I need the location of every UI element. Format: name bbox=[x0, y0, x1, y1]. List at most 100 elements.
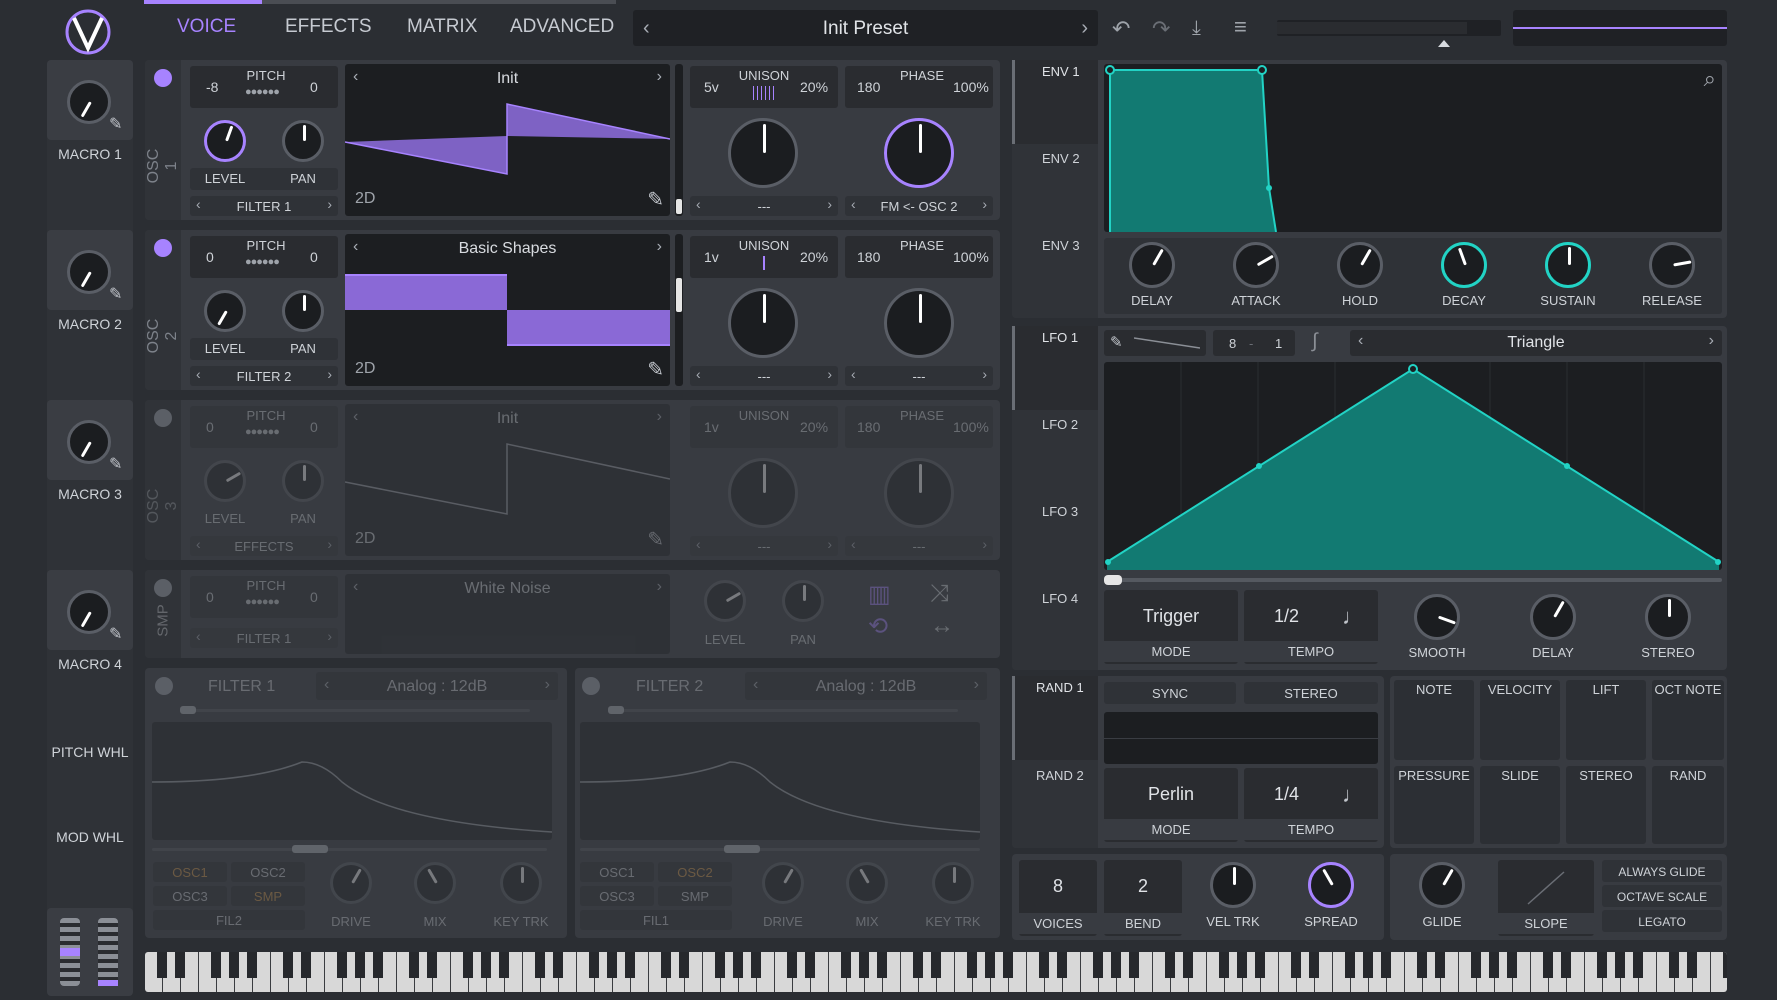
osc-3-dest1[interactable]: ‹ --- › bbox=[690, 536, 838, 556]
filter-1-src-smp[interactable]: SMP bbox=[231, 886, 305, 906]
edit-wave-icon[interactable]: ✎ bbox=[647, 357, 664, 382]
black-key[interactable] bbox=[1003, 952, 1013, 978]
filter-2-src-osc2[interactable]: OSC2 bbox=[658, 862, 732, 882]
lfo-smooth-knob[interactable] bbox=[1414, 594, 1460, 640]
black-key[interactable] bbox=[1345, 952, 1355, 978]
osc-3-wavetable[interactable]: ‹ Init › 2D ✎ bbox=[345, 404, 670, 556]
osc-3-level-knob[interactable] bbox=[204, 460, 246, 502]
pitch-tune[interactable]: 0 bbox=[310, 419, 318, 435]
osc-2-unison-knob[interactable] bbox=[728, 288, 798, 358]
vel-trk-knob[interactable] bbox=[1210, 862, 1256, 908]
osc-2-toggle[interactable] bbox=[154, 239, 172, 257]
edit-icon[interactable]: ✎ bbox=[109, 454, 122, 474]
filter-1-src-osc2[interactable]: OSC2 bbox=[231, 862, 305, 882]
black-key[interactable] bbox=[247, 952, 257, 978]
env-delay-knob[interactable] bbox=[1129, 242, 1175, 288]
keytrack-icon[interactable]: ▥ bbox=[868, 580, 891, 609]
filter-2-morph-slider[interactable] bbox=[608, 709, 958, 712]
black-key[interactable] bbox=[157, 952, 167, 978]
glide-knob[interactable] bbox=[1419, 862, 1465, 908]
zoom-icon[interactable]: ⌕ bbox=[1704, 66, 1716, 92]
black-key[interactable] bbox=[877, 952, 887, 978]
macro-2[interactable]: ✎ MACRO 2 bbox=[47, 230, 133, 390]
black-key[interactable] bbox=[733, 952, 743, 978]
black-key[interactable] bbox=[1597, 952, 1607, 978]
unison-detune[interactable]: 20% bbox=[800, 249, 828, 265]
osc-2-unison[interactable]: 1v UNISON 20% bbox=[690, 236, 838, 278]
black-key[interactable] bbox=[589, 952, 599, 978]
black-key[interactable] bbox=[1417, 952, 1427, 978]
edit-wave-icon[interactable]: ✎ bbox=[647, 187, 664, 212]
black-key[interactable] bbox=[1291, 952, 1301, 978]
black-key[interactable] bbox=[1183, 952, 1193, 978]
pitch-tune[interactable]: 0 bbox=[310, 589, 318, 605]
black-key[interactable] bbox=[715, 952, 725, 978]
osc-1-pitch[interactable]: -8 PITCH ●●●●●● 0 bbox=[190, 66, 338, 108]
tab-lfo-1[interactable]: LFO 1 bbox=[1042, 330, 1078, 345]
curve-icon[interactable]: ∫ bbox=[1312, 330, 1317, 353]
macro-1-knob[interactable] bbox=[67, 80, 111, 124]
pitch-transpose[interactable]: 0 bbox=[206, 249, 214, 265]
keyboard[interactable] bbox=[145, 952, 1727, 992]
pitch-tune[interactable]: 0 bbox=[310, 249, 318, 265]
black-key[interactable] bbox=[553, 952, 563, 978]
env-decay-knob[interactable] bbox=[1441, 242, 1487, 288]
paint-brush-icon[interactable]: ✎ bbox=[1110, 333, 1123, 351]
macro-3-knob[interactable] bbox=[67, 420, 111, 464]
filter-1-drive-knob[interactable] bbox=[330, 862, 372, 904]
slope-control[interactable]: SLOPE bbox=[1498, 860, 1594, 936]
unison-detune[interactable]: 20% bbox=[800, 79, 828, 95]
black-key[interactable] bbox=[1219, 952, 1229, 978]
filter-2-resonance-slider[interactable] bbox=[580, 848, 980, 851]
mod-source-pressure[interactable]: PRESSURE bbox=[1394, 766, 1474, 844]
black-key[interactable] bbox=[481, 952, 491, 978]
osc-2-wavetable[interactable]: ‹ Basic Shapes › 2D ✎ bbox=[345, 234, 670, 386]
tab-voice[interactable]: VOICE bbox=[177, 16, 236, 38]
black-key[interactable] bbox=[1363, 952, 1373, 978]
unison-voices[interactable]: 1v bbox=[704, 419, 719, 435]
macro-4[interactable]: ✎ MACRO 4 bbox=[47, 570, 133, 730]
black-key[interactable] bbox=[283, 952, 293, 978]
envelope-display[interactable]: ⌕ bbox=[1104, 64, 1722, 232]
filter-1-src-osc3[interactable]: OSC3 bbox=[153, 886, 227, 906]
osc-3-route[interactable]: ‹ EFFECTS › bbox=[190, 536, 338, 556]
loop-icon[interactable]: ⟲ bbox=[868, 612, 888, 641]
black-key[interactable] bbox=[913, 952, 923, 978]
lfo-paint-tool[interactable]: ✎ bbox=[1104, 330, 1206, 356]
note-icon[interactable]: ♩ bbox=[1342, 782, 1364, 808]
black-key[interactable] bbox=[625, 952, 635, 978]
lfo-smooth-slider[interactable] bbox=[1104, 578, 1722, 582]
pitch-tune[interactable]: 0 bbox=[310, 79, 318, 95]
tab-matrix[interactable]: MATRIX bbox=[407, 16, 477, 38]
black-key[interactable] bbox=[1381, 952, 1391, 978]
black-key[interactable] bbox=[1255, 952, 1265, 978]
edit-icon[interactable]: ✎ bbox=[109, 284, 122, 304]
black-key[interactable] bbox=[1723, 952, 1727, 978]
black-key[interactable] bbox=[211, 952, 221, 978]
filter-2-display[interactable] bbox=[579, 722, 981, 840]
black-key[interactable] bbox=[787, 952, 797, 978]
phase-random[interactable]: 100% bbox=[953, 419, 989, 435]
filter-1-src-fil2[interactable]: FIL2 bbox=[153, 910, 305, 930]
black-key[interactable] bbox=[1507, 952, 1517, 978]
osc-3-unison[interactable]: 1v UNISON 20% bbox=[690, 406, 838, 448]
legato-button[interactable]: LEGATO bbox=[1602, 910, 1722, 932]
black-key[interactable] bbox=[301, 952, 311, 978]
black-key[interactable] bbox=[1633, 952, 1643, 978]
filter-2-drive-knob[interactable] bbox=[762, 862, 804, 904]
black-key[interactable] bbox=[661, 952, 671, 978]
osc-2-dest2[interactable]: ‹ --- › bbox=[845, 366, 993, 386]
mod-source-stereo[interactable]: STEREO bbox=[1566, 766, 1646, 844]
filter-2-mix-knob[interactable] bbox=[846, 862, 888, 904]
vital-logo[interactable] bbox=[64, 8, 112, 56]
random-icon[interactable]: ⤨ bbox=[930, 580, 949, 608]
mod-source-velocity[interactable]: VELOCITY bbox=[1480, 680, 1560, 760]
filter-1-keytrk-knob[interactable] bbox=[500, 862, 542, 904]
edit-wave-icon[interactable]: ✎ bbox=[647, 527, 664, 552]
filter-1-src-osc1[interactable]: OSC1 bbox=[153, 862, 227, 882]
filter-1-resonance-slider[interactable] bbox=[152, 848, 547, 851]
black-key[interactable] bbox=[1669, 952, 1679, 978]
env-sustain-knob[interactable] bbox=[1545, 242, 1591, 288]
black-key[interactable] bbox=[931, 952, 941, 978]
pitch-transpose[interactable]: 0 bbox=[206, 419, 214, 435]
